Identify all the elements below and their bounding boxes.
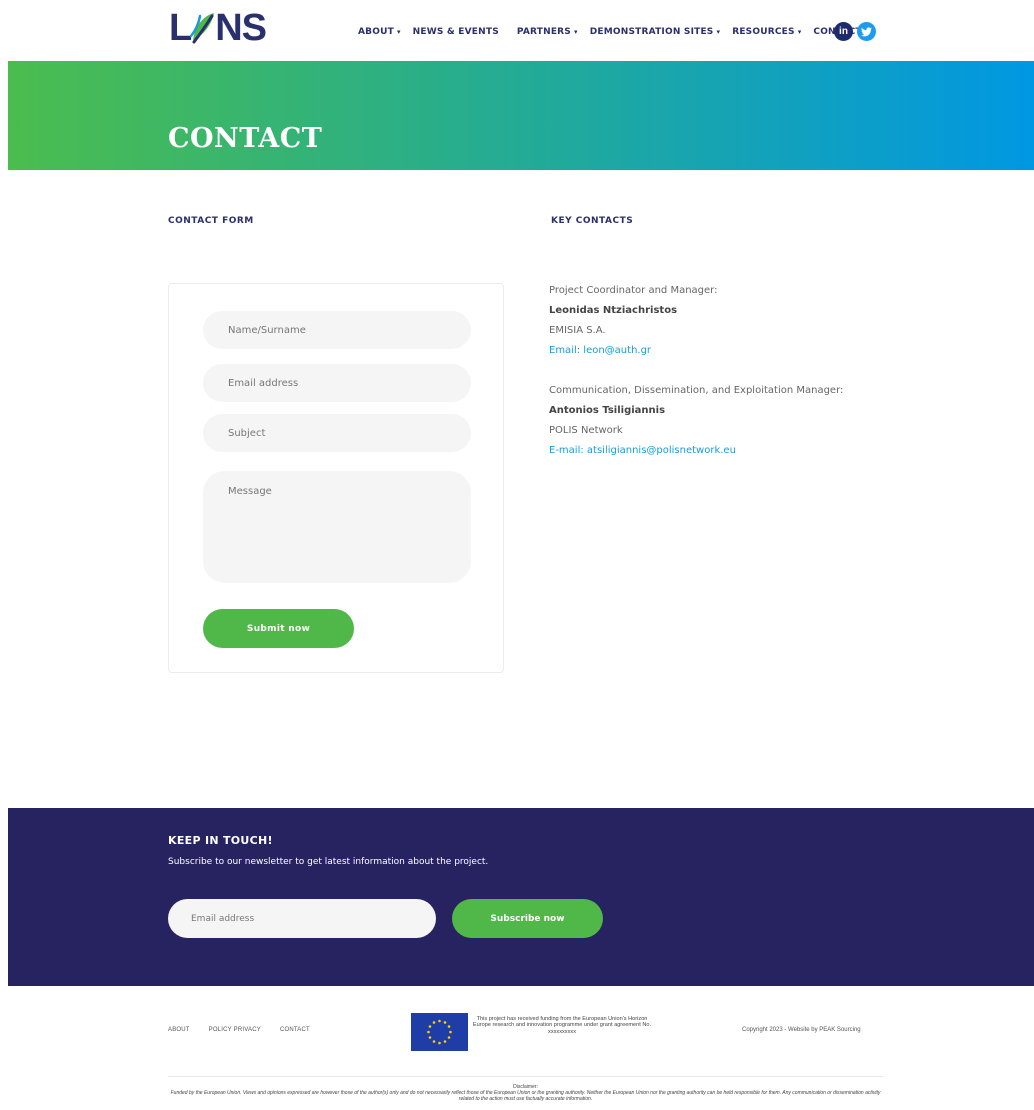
nav-item-partners[interactable]: PARTNERS ▾ — [517, 27, 578, 37]
nav-label: NEWS & EVENTS — [412, 27, 499, 37]
contact-org: POLIS Network — [549, 425, 623, 436]
contact-form: Submit now — [168, 283, 504, 673]
message-input[interactable] — [203, 471, 471, 583]
copyright-text: Copyright 2023 - Website by PEAK Sourcin… — [742, 1027, 861, 1033]
contact-email-link[interactable]: E-mail: atsiligiannis@polisnetwork.eu — [549, 445, 736, 456]
name-input[interactable] — [203, 311, 471, 349]
chevron-down-icon: ▾ — [573, 28, 578, 36]
main-nav: ABOUT ▾ NEWS & EVENTS PARTNERS ▾ DEMONSTRA… — [358, 24, 874, 40]
social-links: in — [834, 22, 876, 41]
footer-links: ABOUT POLICY PRIVACY CONTACT — [168, 1027, 310, 1033]
subject-input[interactable] — [203, 414, 471, 452]
contact-form-heading: CONTACT FORM — [168, 216, 254, 226]
contact-card: Project Coordinator and Manager: Leonida… — [549, 281, 843, 361]
key-contacts-list: Project Coordinator and Manager: Leonida… — [549, 281, 843, 481]
nav-item-demonstration-sites[interactable]: DEMONSTRATION SITES ▾ — [590, 27, 721, 37]
newsletter-email-input[interactable] — [168, 899, 436, 938]
nav-label: PARTNERS — [516, 27, 571, 37]
email-input[interactable] — [203, 364, 471, 402]
submit-button[interactable]: Submit now — [203, 609, 354, 648]
nav-item-news-events[interactable]: NEWS & EVENTS — [413, 27, 499, 37]
chevron-down-icon: ▾ — [396, 28, 401, 36]
contact-name: Antonios Tsiligiannis — [549, 405, 666, 416]
contact-role: Communication, Dissemination, and Exploi… — [549, 385, 844, 396]
page-banner: CONTACT — [8, 61, 1034, 170]
logo-text-left: L — [169, 7, 192, 49]
disclaimer: Disclaimer: Funded by the European Union… — [168, 1084, 883, 1110]
twitter-icon[interactable] — [857, 22, 876, 41]
nav-label: DEMONSTRATION SITES — [589, 27, 714, 37]
contact-card: Communication, Dissemination, and Exploi… — [549, 381, 843, 461]
contact-org: EMISIA S.A. — [549, 325, 606, 336]
logo-leaf-icon — [189, 10, 216, 46]
subscribe-button[interactable]: Subscribe now — [452, 899, 603, 938]
contact-name: Leonidas Ntziachristos — [549, 305, 678, 316]
newsletter-section: KEEP IN TOUCH! Subscribe to our newslett… — [8, 808, 1034, 986]
footer-link-about[interactable]: ABOUT — [168, 1027, 190, 1033]
footer-divider — [168, 1076, 883, 1077]
chevron-down-icon: ▾ — [797, 28, 802, 36]
linkedin-label: in — [839, 26, 848, 37]
logo-text-right: NS — [215, 7, 267, 49]
chevron-down-icon: ▾ — [716, 28, 721, 36]
key-contacts-heading: KEY CONTACTS — [551, 216, 634, 226]
site-logo[interactable]: L NS — [169, 7, 267, 49]
nav-item-resources[interactable]: RESOURCES ▾ — [732, 27, 801, 37]
nav-label: ABOUT — [358, 27, 394, 37]
footer-link-contact[interactable]: CONTACT — [280, 1027, 310, 1033]
contact-email-link[interactable]: Email: leon@auth.gr — [549, 345, 651, 356]
newsletter-title: KEEP IN TOUCH! — [168, 834, 273, 847]
footer-link-policy-privacy[interactable]: POLICY PRIVACY — [209, 1027, 261, 1033]
eu-funding-text: This project has received funding from t… — [472, 1016, 652, 1035]
page-title: CONTACT — [168, 123, 323, 154]
newsletter-description: Subscribe to our newsletter to get lates… — [168, 857, 489, 867]
linkedin-icon[interactable]: in — [834, 22, 853, 41]
nav-item-about[interactable]: ABOUT ▾ — [358, 27, 401, 37]
contact-role: Project Coordinator and Manager: — [549, 285, 718, 296]
nav-label: RESOURCES — [732, 27, 795, 37]
disclaimer-text: Funded by the European Union. Views and … — [170, 1090, 881, 1102]
site-header: L NS ABOUT ▾ NEWS & EVENTS PARTNERS ▾ DEMO… — [0, 0, 1034, 60]
eu-flag-icon — [411, 1013, 468, 1051]
